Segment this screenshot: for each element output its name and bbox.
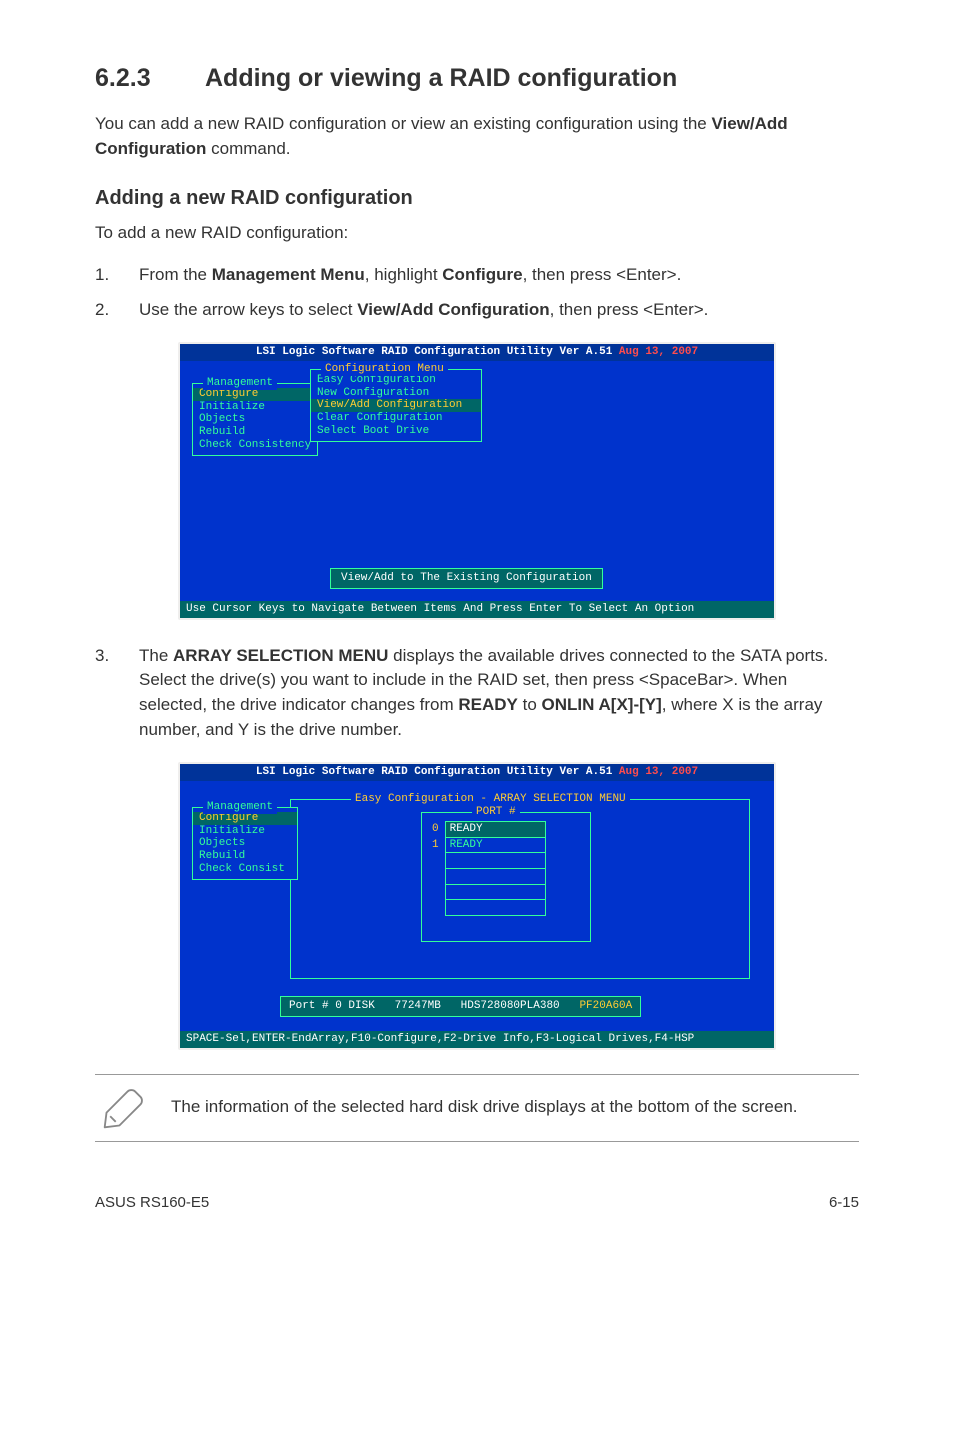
management-menu-box: Management Configure Initialize Objects … [192,383,318,456]
step-text: , then press <Enter>. [523,265,682,284]
step-number: 2. [95,298,139,323]
step-text: The [139,646,173,665]
bios-title-date: Aug 13, 2007 [619,766,698,778]
port-number: 0 [428,821,445,837]
management-item-rebuild[interactable]: Rebuild [193,426,317,439]
steps-list: 1. From the Management Menu, highlight C… [95,263,859,322]
management-item-objects[interactable]: Objects [193,413,317,426]
bios-title-a: LSI Logic Software RAID Configuration Ut… [256,346,619,358]
view-add-existing-button[interactable]: View/Add to The Existing Configuration [330,568,603,589]
port-list-box: PORT # 0 READY 1 READY [421,812,591,942]
intro-text-c: command. [206,139,290,158]
management-item-initialize[interactable]: Initialize [193,825,297,838]
bios-screenshot-1: LSI Logic Software RAID Configuration Ut… [178,342,776,619]
bios-title-a: LSI Logic Software RAID Configuration Ut… [256,766,619,778]
port-number: 1 [428,837,445,853]
config-item-new[interactable]: New Configuration [311,387,481,400]
array-selection-box: Easy Configuration - ARRAY SELECTION MEN… [290,799,750,979]
step-text: , highlight [365,265,443,284]
intro-text-a: You can add a new RAID configuration or … [95,114,711,133]
step-bold: Management Menu [212,265,365,284]
management-item-rebuild[interactable]: Rebuild [193,850,297,863]
management-menu-title: Management [203,801,277,814]
port-status: READY [445,837,545,853]
bios-body: Easy Configuration - ARRAY SELECTION MEN… [180,781,774,1031]
management-item-initialize[interactable]: Initialize [193,401,317,414]
config-item-easy[interactable]: Easy Configuration [311,374,481,387]
bios-footer-hint: SPACE-Sel,ENTER-EndArray,F10-Configure,F… [180,1031,774,1048]
sub-intro: To add a new RAID configuration: [95,221,859,246]
section-title-text: Adding or viewing a RAID configuration [205,64,677,92]
port-status: READY [445,821,545,837]
management-menu-box: Management Configure Initialize Objects … [192,807,298,880]
footer-right: 6-15 [829,1192,859,1214]
drive-info-firmware: PF20A60A [579,1000,632,1012]
management-item-check-consistency[interactable]: Check Consistency [193,439,317,452]
management-item-objects[interactable]: Objects [193,837,297,850]
management-item-configure[interactable]: Configure [193,388,317,401]
section-heading: 6.2.3Adding or viewing a RAID configurat… [95,60,859,96]
table-row[interactable]: 0 READY [428,821,545,837]
management-menu-title: Management [203,377,277,390]
step-bold: ARRAY SELECTION MENU [173,646,388,665]
intro-paragraph: You can add a new RAID configuration or … [95,112,859,161]
table-row[interactable] [428,853,545,869]
step-3: 3. The ARRAY SELECTION MENU displays the… [95,644,859,743]
step-bold: View/Add Configuration [357,300,549,319]
drive-info-text: Port # 0 DISK 77247MB HDS728080PLA380 [289,1000,579,1012]
config-item-view-add[interactable]: View/Add Configuration [311,399,481,412]
note-box: The information of the selected hard dis… [95,1074,859,1142]
port-header: PORT # [472,806,520,819]
step-body: From the Management Menu, highlight Conf… [139,263,859,288]
table-row[interactable] [428,868,545,884]
array-selection-title: Easy Configuration - ARRAY SELECTION MEN… [351,793,630,806]
bios-screenshot-2: LSI Logic Software RAID Configuration Ut… [178,762,776,1049]
step-text: From the [139,265,212,284]
step-text: Use the arrow keys to select [139,300,357,319]
step-2: 2. Use the arrow keys to select View/Add… [95,298,859,323]
step-number: 3. [95,644,139,743]
steps-list-2: 3. The ARRAY SELECTION MENU displays the… [95,644,859,743]
configuration-menu-title: Configuration Menu [321,363,448,376]
bios-footer-hint: Use Cursor Keys to Navigate Between Item… [180,601,774,618]
config-item-select-boot[interactable]: Select Boot Drive [311,425,481,438]
step-bold: Configure [442,265,522,284]
management-item-check-consist[interactable]: Check Consist [193,863,297,876]
note-pencil-icon [101,1085,147,1131]
configuration-menu-box: Configuration Menu Easy Configuration Ne… [310,369,482,442]
table-row[interactable] [428,900,545,916]
section-number: 6.2.3 [95,60,205,96]
step-number: 1. [95,263,139,288]
port-table: 0 READY 1 READY [428,821,546,916]
management-item-configure[interactable]: Configure [193,812,297,825]
step-body: The ARRAY SELECTION MENU displays the av… [139,644,859,743]
step-1: 1. From the Management Menu, highlight C… [95,263,859,288]
bios-title-bar: LSI Logic Software RAID Configuration Ut… [180,764,774,781]
table-row[interactable] [428,884,545,900]
drive-info-status: Port # 0 DISK 77247MB HDS728080PLA380 PF… [280,996,641,1017]
footer-left: ASUS RS160-E5 [95,1192,209,1214]
step-bold: ONLIN A[X]-[Y] [542,695,662,714]
step-text: to [518,695,542,714]
bios-title-date: Aug 13, 2007 [619,346,698,358]
bios-title-bar: LSI Logic Software RAID Configuration Ut… [180,344,774,361]
step-body: Use the arrow keys to select View/Add Co… [139,298,859,323]
table-row[interactable]: 1 READY [428,837,545,853]
note-text: The information of the selected hard dis… [171,1095,853,1120]
config-item-clear[interactable]: Clear Configuration [311,412,481,425]
step-bold: READY [458,695,518,714]
bios-body: Management Configure Initialize Objects … [180,361,774,601]
subheading: Adding a new RAID configuration [95,184,859,213]
page-footer: ASUS RS160-E5 6-15 [95,1192,859,1214]
step-text: , then press <Enter>. [550,300,709,319]
